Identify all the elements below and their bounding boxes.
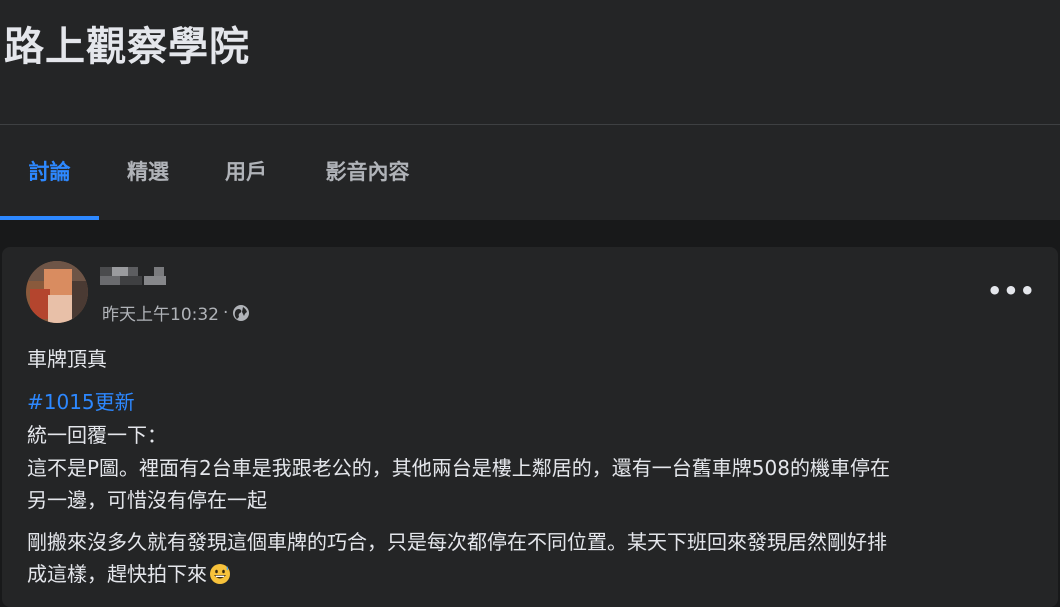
- post-title: 車牌頂真: [27, 347, 107, 371]
- active-tab-indicator: [0, 216, 99, 220]
- grinning-sweat-emoji-icon: [210, 564, 230, 584]
- group-title[interactable]: 路上觀察學院: [4, 14, 250, 72]
- post-card: 昨天上午10:32 · ••• 車牌頂真 #1015更新 統一回覆一下： 這不是…: [2, 247, 1058, 607]
- meta-separator: ·: [223, 302, 229, 323]
- tab-label: 討論: [28, 160, 71, 184]
- avatar[interactable]: [26, 261, 88, 323]
- tab-label: 用戶: [225, 160, 267, 184]
- post-body-line: 成這樣，趕快拍下來: [27, 562, 207, 586]
- hashtag-link[interactable]: #1015更新: [27, 386, 135, 415]
- group-tabs: 討論 精選 用戶 影音內容: [0, 125, 1060, 220]
- tab-featured[interactable]: 精選: [99, 125, 197, 220]
- post-body-line: 統一回覆一下：: [27, 423, 167, 447]
- tab-media[interactable]: 影音內容: [295, 125, 440, 220]
- post-body-last-line: 成這樣，趕快拍下來: [27, 558, 231, 587]
- post-timestamp[interactable]: 昨天上午10:32: [102, 300, 219, 325]
- group-header: 路上觀察學院 討論 精選 用戶 影音內容: [0, 0, 1060, 220]
- author-name-pixelated[interactable]: [100, 267, 180, 289]
- tab-label: 影音內容: [325, 160, 410, 184]
- more-options-button[interactable]: •••: [987, 279, 1036, 303]
- tab-members[interactable]: 用戶: [197, 125, 295, 220]
- post-body-line: 這不是P圖。裡面有2台車是我跟老公的，其他兩台是樓上鄰居的，還有一台舊車牌508…: [27, 456, 890, 480]
- post-meta: 昨天上午10:32 ·: [102, 300, 250, 325]
- tab-discussion[interactable]: 討論: [0, 125, 99, 220]
- globe-icon: [233, 304, 250, 321]
- tab-label: 精選: [127, 160, 169, 184]
- post-body-line: 另一邊，可惜沒有停在一起: [27, 488, 267, 512]
- post-body-line: 剛搬來沒多久就有發現這個車牌的巧合，只是每次都停在不同位置。某天下班回來發現居然…: [27, 530, 887, 554]
